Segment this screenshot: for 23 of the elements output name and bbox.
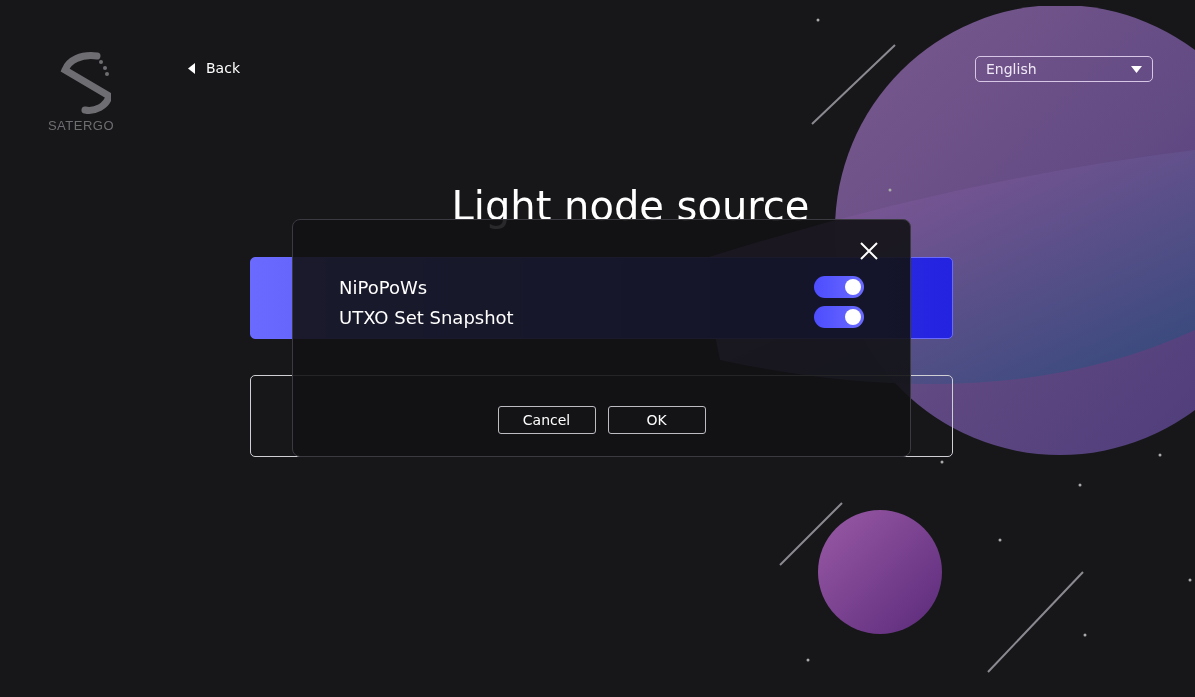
caret-left-icon (188, 62, 196, 74)
star-dot (1188, 578, 1192, 582)
caret-down-icon (1131, 65, 1142, 73)
ok-button[interactable]: OK (607, 406, 706, 434)
toggle-switch[interactable] (814, 306, 864, 328)
star-dot (940, 460, 944, 464)
close-button[interactable] (858, 240, 880, 262)
toggle-switch[interactable] (814, 276, 864, 298)
star-dot (888, 188, 892, 192)
toggle-label: UTXO Set Snapshot (339, 306, 514, 328)
logo-text: SATERGO (47, 118, 115, 133)
star-dot (1083, 633, 1087, 637)
star-dot (1078, 483, 1082, 487)
star-dot (806, 658, 810, 662)
language-select[interactable]: English (975, 56, 1153, 82)
back-link[interactable]: Back (188, 60, 240, 76)
shooting-star-line (779, 502, 843, 566)
cancel-button[interactable]: Cancel (497, 406, 596, 434)
toggle-label: NiPoPoWs (339, 276, 428, 298)
star-dot (998, 538, 1002, 542)
close-icon (860, 242, 878, 260)
star-dot (816, 18, 820, 22)
star-dot (1158, 453, 1162, 457)
